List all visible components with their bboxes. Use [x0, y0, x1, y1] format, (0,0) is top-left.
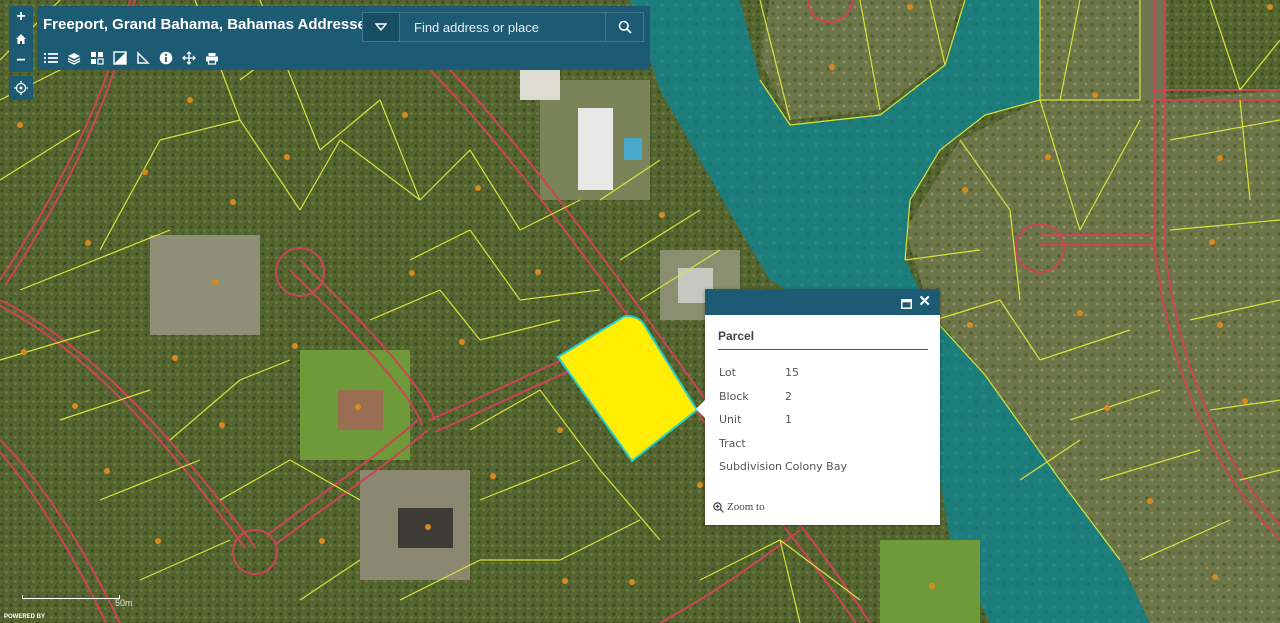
- field-key: Block: [719, 389, 749, 403]
- house-roof: [578, 108, 613, 190]
- field-value: 1: [785, 413, 792, 427]
- home-icon: [16, 34, 26, 44]
- lawn: [880, 540, 980, 623]
- pool: [624, 138, 642, 160]
- table-row: Lot 15: [719, 361, 847, 385]
- powered-by-label: POWERED BY: [4, 614, 46, 620]
- share-tool-button[interactable]: [179, 49, 198, 67]
- zoom-to-link[interactable]: Zoom to: [713, 501, 765, 513]
- search-bar: [362, 12, 644, 42]
- legend-tool-button[interactable]: [110, 49, 129, 67]
- basemap-icon: [90, 52, 104, 65]
- popup-title: Parcel: [718, 329, 755, 343]
- measure-tool-button[interactable]: [133, 49, 152, 67]
- legend-icon: [112, 51, 127, 65]
- layers-tool-button[interactable]: [64, 49, 83, 67]
- zoom-in-button[interactable]: +: [9, 6, 33, 28]
- header-panel: Freeport, Grand Bahama, Bahamas Addresse…: [37, 6, 650, 70]
- field-key: Unit: [719, 413, 742, 427]
- field-key: Tract: [719, 436, 746, 450]
- search-icon: [618, 20, 632, 34]
- list-icon: [43, 53, 58, 63]
- map-canvas[interactable]: [0, 0, 1280, 623]
- locate-button[interactable]: [9, 76, 33, 100]
- table-row: Block 2: [719, 385, 847, 409]
- popup-pointer: [696, 400, 705, 418]
- maximize-icon: [901, 299, 912, 309]
- divider: [718, 349, 928, 350]
- zoom-to-label: Zoom to: [727, 501, 765, 513]
- toolbar: [41, 49, 221, 67]
- attribute-table: Lot 15 Block 2 Unit 1 Tract Subdivision Colo…: [719, 361, 847, 479]
- field-key: Subdivision: [719, 460, 783, 474]
- cleared-lot: [150, 235, 260, 335]
- chevron-down-icon: [375, 23, 387, 31]
- app-title: Freeport, Grand Bahama, Bahamas Addresse…: [43, 16, 375, 33]
- field-value: 15: [785, 366, 799, 380]
- close-button[interactable]: ✕: [918, 292, 931, 310]
- print-tool-button[interactable]: [202, 49, 221, 67]
- locate-icon: [14, 81, 28, 95]
- parcel-popup: ✕ Parcel Lot 15 Block 2 Unit 1 Tract Subdiv…: [696, 289, 940, 525]
- table-row: Unit 1: [719, 408, 847, 432]
- table-row: Tract: [719, 432, 847, 456]
- search-input[interactable]: [400, 12, 606, 42]
- share-icon: [181, 51, 196, 65]
- scale-label: 50m: [115, 598, 133, 608]
- popup-header: ✕: [705, 289, 940, 315]
- info-icon: [159, 51, 172, 65]
- maximize-button[interactable]: [901, 296, 912, 314]
- print-icon: [205, 52, 218, 65]
- house-roof: [520, 70, 560, 100]
- field-key: Lot: [719, 366, 736, 380]
- list-tool-button[interactable]: [41, 49, 60, 67]
- close-icon: ✕: [918, 293, 931, 310]
- magnifier-plus-icon: [713, 501, 724, 513]
- table-row: Subdivision Colony Bay: [719, 455, 847, 479]
- sand-strip: [1140, 0, 1165, 100]
- field-value: Colony Bay: [785, 460, 847, 474]
- field-value: [785, 432, 847, 456]
- layers-icon: [67, 52, 80, 65]
- zoom-out-button[interactable]: −: [9, 50, 33, 72]
- basemap-tool-button[interactable]: [87, 49, 106, 67]
- home-button[interactable]: [9, 28, 33, 50]
- search-button[interactable]: [606, 12, 644, 42]
- house-roof: [338, 390, 383, 430]
- search-source-dropdown[interactable]: [362, 12, 400, 42]
- scale-bar: [22, 595, 120, 599]
- field-value: 2: [785, 389, 792, 403]
- info-tool-button[interactable]: [156, 49, 175, 67]
- zoom-controls: + −: [9, 6, 33, 72]
- measure-icon: [136, 51, 150, 64]
